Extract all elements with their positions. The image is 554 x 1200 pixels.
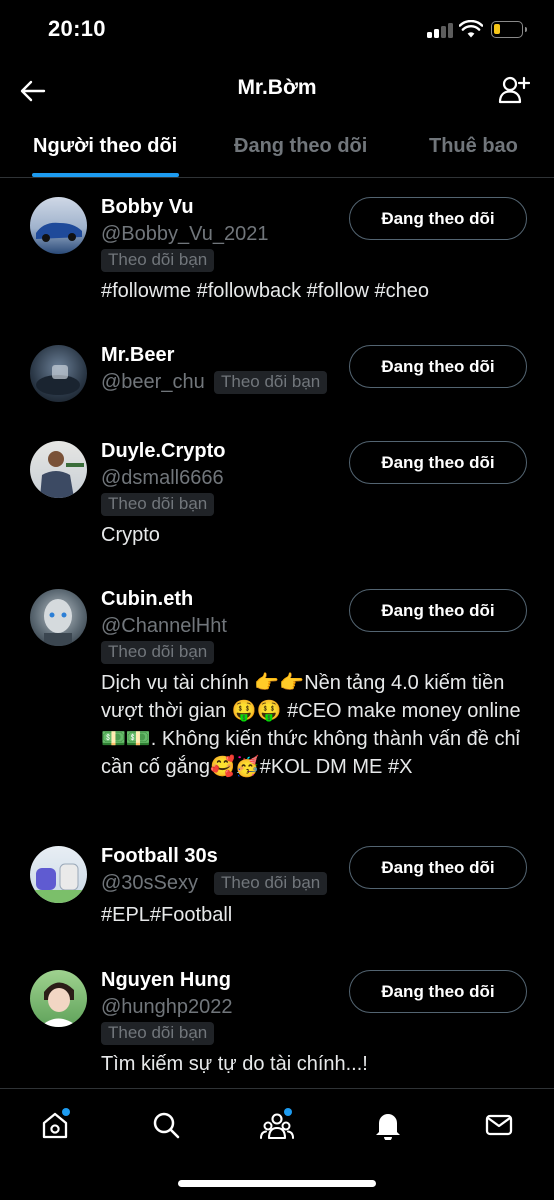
user-bio: Crypto: [101, 524, 160, 546]
follows-you-badge: Theo dõi bạn: [101, 1022, 215, 1045]
mail-icon: [485, 1114, 513, 1136]
user-name: Mr.Beer: [101, 344, 175, 366]
avatar[interactable]: [30, 846, 87, 903]
user-name: Football 30s: [101, 845, 218, 867]
status-time: 20:10: [48, 16, 106, 41]
avatar[interactable]: [30, 970, 87, 1027]
user-bio: #EPL#Football: [101, 904, 233, 926]
following-button[interactable]: Đang theo dõi: [349, 589, 527, 632]
user-handle: @dsmall6666: [101, 467, 224, 489]
following-button[interactable]: Đang theo dõi: [349, 970, 527, 1013]
tab-bar: Người theo dõi Đang theo dõi Thuê bao: [0, 118, 554, 178]
tab-following[interactable]: Đang theo dõi: [234, 135, 367, 158]
user-handle: @hunghp2022: [101, 996, 233, 1018]
add-user-button[interactable]: [496, 72, 532, 108]
follows-you-badge: Theo dõi bạn: [101, 641, 215, 664]
following-button[interactable]: Đang theo dõi: [349, 441, 527, 484]
notification-dot: [62, 1108, 70, 1116]
follows-you-badge: Theo dõi bạn: [214, 371, 328, 394]
search-icon: [153, 1112, 180, 1139]
header: Mr.Bờm: [0, 62, 554, 118]
follows-you-badge: Theo dõi bạn: [101, 249, 215, 272]
user-name: Bobby Vu: [101, 196, 194, 218]
follows-you-badge: Theo dõi bạn: [214, 872, 328, 895]
add-user-icon: [498, 76, 530, 104]
following-button[interactable]: Đang theo dõi: [349, 345, 527, 388]
tab-subscriptions[interactable]: Thuê bao: [429, 135, 518, 158]
user-name: Cubin.eth: [101, 588, 194, 610]
nav-home[interactable]: [35, 1105, 75, 1145]
user-bio: Tìm kiếm sự tự do tài chính...!: [101, 1053, 368, 1075]
notification-dot: [284, 1108, 292, 1116]
battery-icon: [491, 21, 527, 38]
tab-active-indicator: [32, 173, 179, 177]
following-button[interactable]: Đang theo dõi: [349, 846, 527, 889]
nav-notifications[interactable]: [368, 1105, 408, 1145]
wifi-icon: [459, 20, 483, 38]
user-handle: @Bobby_Vu_2021: [101, 223, 269, 245]
user-handle: @30sSexy: [101, 872, 199, 894]
home-indicator[interactable]: [178, 1180, 376, 1187]
follows-you-badge: Theo dõi bạn: [101, 493, 215, 516]
user-bio: #followme #followback #follow #cheo: [101, 280, 429, 302]
status-bar: 20:10: [0, 0, 554, 62]
tab-followers[interactable]: Người theo dõi: [33, 135, 177, 158]
user-handle: @beer_chu: [101, 371, 205, 393]
user-name: Nguyen Hung: [101, 969, 231, 991]
bell-icon: [376, 1114, 400, 1140]
cellular-signal-icon: [427, 22, 453, 38]
nav-messages[interactable]: [479, 1105, 519, 1145]
page-title: Mr.Bờm: [237, 76, 317, 99]
following-button[interactable]: Đang theo dõi: [349, 197, 527, 240]
avatar[interactable]: [30, 197, 87, 254]
user-bio: Dịch vụ tài chính 👉👉Nền tảng 4.0 kiếm ti…: [101, 672, 521, 778]
user-handle: @ChannelHht: [101, 615, 227, 637]
user-name: Duyle.Crypto: [101, 440, 226, 462]
nav-search[interactable]: [146, 1105, 186, 1145]
avatar[interactable]: [30, 345, 87, 402]
avatar[interactable]: [30, 441, 87, 498]
avatar[interactable]: [30, 589, 87, 646]
nav-communities[interactable]: [257, 1105, 297, 1145]
